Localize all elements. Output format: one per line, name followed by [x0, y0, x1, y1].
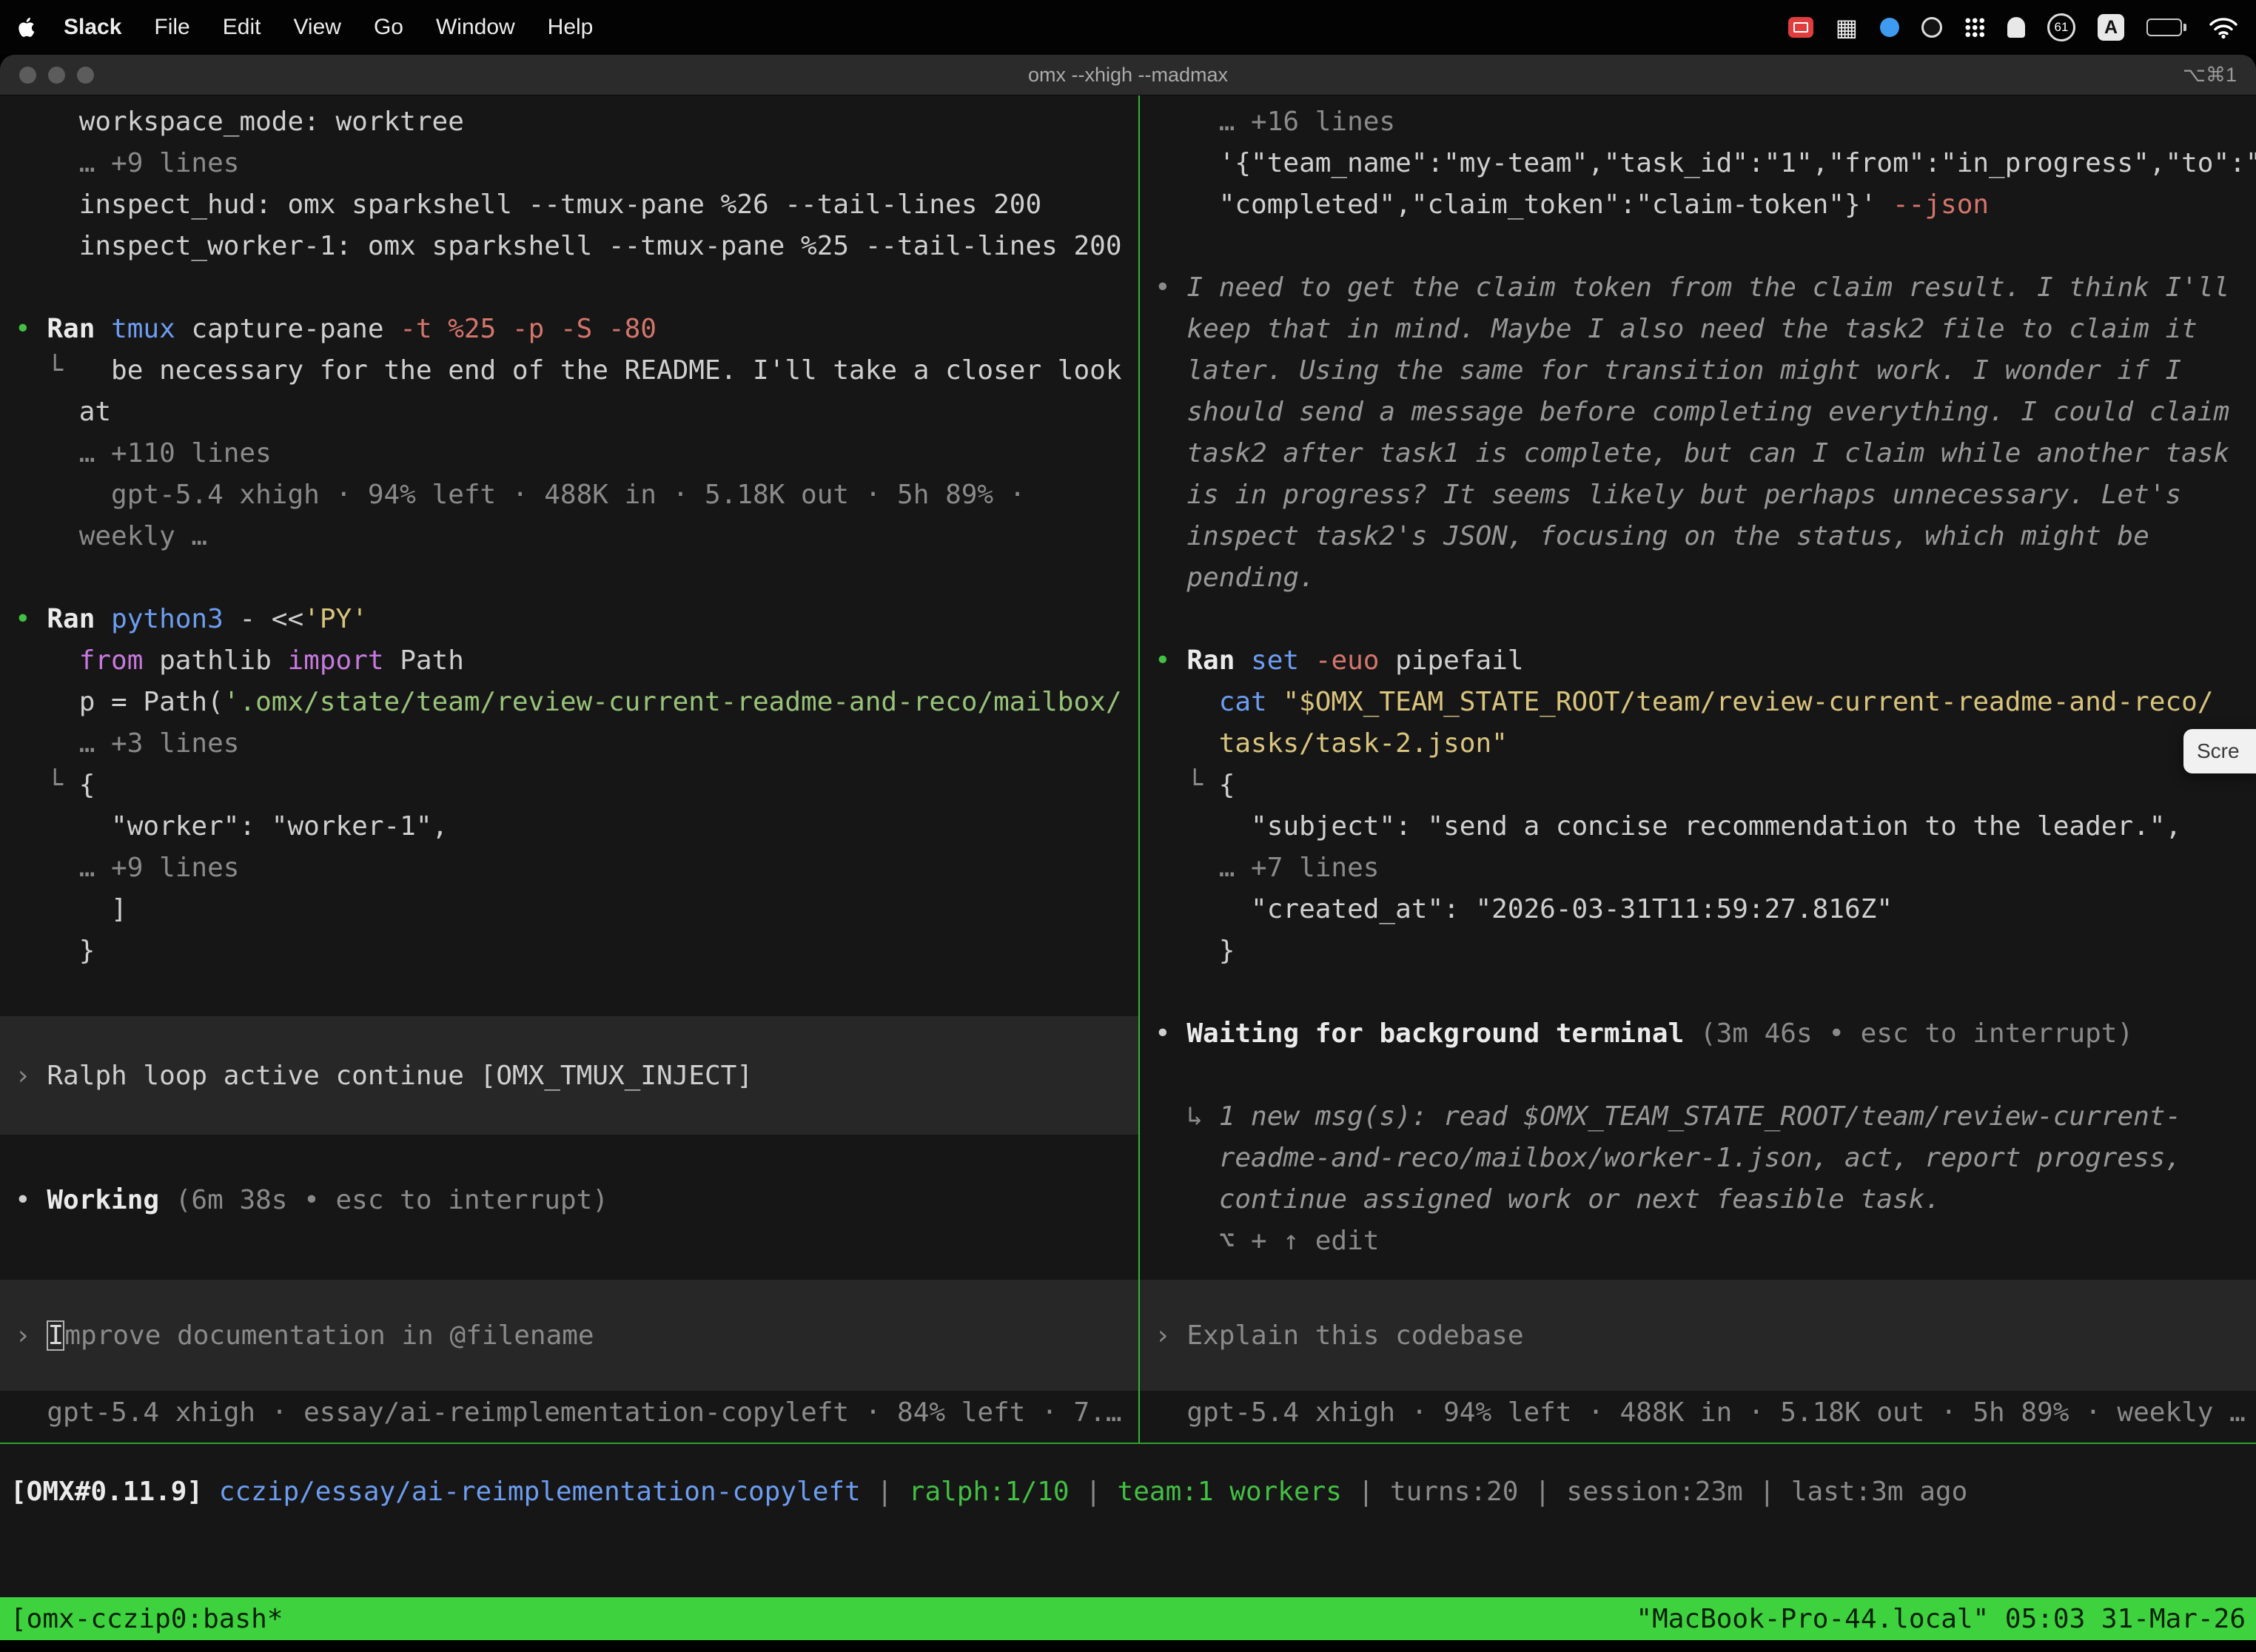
tmux-session-name: [omx-cczip0:bash* [10, 1604, 283, 1634]
dots-grid-icon[interactable] [1964, 17, 1985, 38]
wifi-icon[interactable] [2209, 16, 2238, 39]
right-pane-scrollback: … +16 lines '{"team_name":"my-team","tas… [1140, 95, 2256, 1262]
terminal-line: gpt-5.4 xhigh · 94% left · 488K in · 5.1… [15, 474, 1138, 516]
window-title-bar: omx --xhigh --madmax ⌥⌘1 [0, 55, 2256, 95]
bottom-strip [0, 1640, 2256, 1652]
terminal-line: keep that in mind. Maybe I also need the… [1155, 309, 2256, 350]
terminal-line [1155, 1055, 2256, 1096]
close-button[interactable] [19, 67, 36, 84]
terminal-line: • Waiting for background terminal (3m 46… [1155, 1013, 2256, 1055]
menu-left: Slack File Edit View Go Window Help [18, 15, 609, 40]
terminal-line: task2 after task1 is complete, but can I… [1155, 433, 2256, 474]
left-model-status-line: gpt-5.4 xhigh · essay/ai-reimplementatio… [0, 1392, 1138, 1434]
terminal-line: • Ran python3 - <<'PY' [15, 599, 1138, 640]
right-terminal-pane[interactable]: … +16 lines '{"team_name":"my-team","tas… [1140, 95, 2256, 1443]
menu-bar-status-icons: ▦ 61 A [1788, 13, 2238, 41]
terminal-line: "subject": "send a concise recommendatio… [1155, 806, 2256, 847]
terminal-line: └ { [15, 765, 1138, 806]
terminal-line: is in progress? It seems likely but perh… [1155, 474, 2256, 516]
screen-sharing-popup[interactable]: Scre [2183, 729, 2256, 773]
terminal-line: "completed","claim_token":"claim-token"}… [1155, 184, 2256, 226]
terminal-line: p = Path('.omx/state/team/review-current… [15, 682, 1138, 723]
terminal-line: ↳ 1 new msg(s): read $OMX_TEAM_STATE_ROO… [1155, 1096, 2256, 1138]
terminal-line: … +110 lines [15, 433, 1138, 474]
terminal-line: continue assigned work or next feasible … [1155, 1179, 2256, 1220]
terminal-line: should send a message before completing … [1155, 392, 2256, 433]
pane-divider[interactable] [1138, 95, 1140, 1443]
terminal-line: later. Using the same for transition mig… [1155, 350, 2256, 392]
menu-item-view[interactable]: View [277, 15, 357, 40]
battery-icon[interactable] [2146, 19, 2186, 36]
droplet-icon[interactable] [1880, 18, 1899, 37]
terminal-line: workspace_mode: worktree [15, 101, 1138, 143]
terminal-line: … +3 lines [15, 723, 1138, 765]
menu-item-go[interactable]: Go [357, 15, 420, 40]
menu-item-slack[interactable]: Slack [47, 15, 138, 40]
ralph-loop-banner: › Ralph loop active continue [OMX_TMUX_I… [0, 1016, 1138, 1135]
screen-sharing-popup-text: Scre [2197, 739, 2240, 762]
terminal-line: inspect_worker-1: omx sparkshell --tmux-… [15, 226, 1138, 267]
menu-item-window[interactable]: Window [420, 15, 531, 40]
terminal-line: pending. [1155, 557, 2256, 599]
dark-circle-icon[interactable] [1921, 17, 1942, 38]
terminal-window: omx --xhigh --madmax ⌥⌘1 workspace_mode:… [0, 55, 2256, 1652]
menu-item-help[interactable]: Help [531, 15, 610, 40]
terminal-line: readme-and-reco/mailbox/worker-1.json, a… [1155, 1138, 2256, 1179]
terminal-line: └ { [1155, 765, 2256, 806]
tmux-host-clock: "MacBook-Pro-44.local" 05:03 31-Mar-26 [1636, 1604, 2246, 1634]
window-title: omx --xhigh --madmax [1028, 64, 1228, 87]
window-shortcut-hint: ⌥⌘1 [2183, 55, 2237, 95]
terminal-line: at [15, 392, 1138, 433]
ghost-icon[interactable] [2007, 17, 2025, 38]
terminal-line: weekly … [15, 516, 1138, 557]
terminal-line: ⌥ + ↑ edit [1155, 1220, 2256, 1262]
prompt-input-left[interactable]: › Improve documentation in @filename [0, 1280, 1138, 1391]
terminal-line: tasks/task-2.json" [1155, 723, 2256, 765]
terminal-line [1155, 972, 2256, 1013]
terminal-line: … +7 lines [1155, 847, 2256, 889]
zoom-button[interactable] [77, 67, 94, 84]
terminal-split: workspace_mode: worktree … +9 lines insp… [0, 95, 2256, 1444]
working-status-line: • Working (6m 38s • esc to interrupt) [0, 1180, 1138, 1221]
terminal-line: "worker": "worker-1", [15, 806, 1138, 847]
terminal-line: } [15, 930, 1138, 972]
apple-menu-icon[interactable] [18, 16, 37, 38]
terminal-line: } [1155, 930, 2256, 972]
left-pane-scrollback: workspace_mode: worktree … +9 lines insp… [0, 95, 1138, 972]
terminal-line: • Ran set -euo pipefail [1155, 640, 2256, 682]
terminal-line: … +16 lines [1155, 101, 2256, 143]
terminal-line [15, 267, 1138, 309]
terminal-line: • Ran tmux capture-pane -t %25 -p -S -80 [15, 309, 1138, 350]
terminal-line: '{"team_name":"my-team","task_id":"1","f… [1155, 143, 2256, 184]
prompt-input-right[interactable]: › Explain this codebase [1140, 1280, 2256, 1391]
tmux-status-bar: [omx-cczip0:bash* "MacBook-Pro-44.local"… [0, 1597, 2256, 1640]
left-terminal-pane[interactable]: workspace_mode: worktree … +9 lines insp… [0, 95, 1138, 1443]
screen-recording-icon[interactable] [1788, 17, 1813, 38]
terminal-line: cat "$OMX_TEAM_STATE_ROOT/team/review-cu… [1155, 682, 2256, 723]
right-model-status-line: gpt-5.4 xhigh · 94% left · 488K in · 5.1… [1140, 1392, 2256, 1434]
keyboard-grid-icon[interactable]: ▦ [1836, 16, 1858, 39]
menu-bar: Slack File Edit View Go Window Help ▦ 61… [0, 0, 2256, 55]
terminal-line: … +9 lines [15, 847, 1138, 889]
terminal-line [1155, 599, 2256, 640]
gauge-icon[interactable]: 61 [2047, 13, 2075, 41]
terminal-line: "created_at": "2026-03-31T11:59:27.816Z" [1155, 889, 2256, 930]
terminal-line: inspect_hud: omx sparkshell --tmux-pane … [15, 184, 1138, 226]
terminal-line: from pathlib import Path [15, 640, 1138, 682]
terminal-bottom-gap [0, 1525, 2256, 1597]
traffic-lights [19, 55, 94, 95]
terminal-line: • I need to get the claim token from the… [1155, 267, 2256, 309]
terminal-line: └ be necessary for the end of the README… [15, 350, 1138, 392]
menu-item-file[interactable]: File [138, 15, 206, 40]
menu-item-edit[interactable]: Edit [207, 15, 278, 40]
omx-session-status-line: [OMX#0.11.9] cczip/essay/ai-reimplementa… [0, 1444, 2256, 1525]
terminal-line: inspect task2's JSON, focusing on the st… [1155, 516, 2256, 557]
minimize-button[interactable] [48, 67, 65, 84]
terminal-line: ] [15, 889, 1138, 930]
input-source-icon[interactable]: A [2098, 14, 2124, 41]
terminal-line [15, 557, 1138, 599]
terminal-line [1155, 226, 2256, 267]
terminal-line: … +9 lines [15, 143, 1138, 184]
